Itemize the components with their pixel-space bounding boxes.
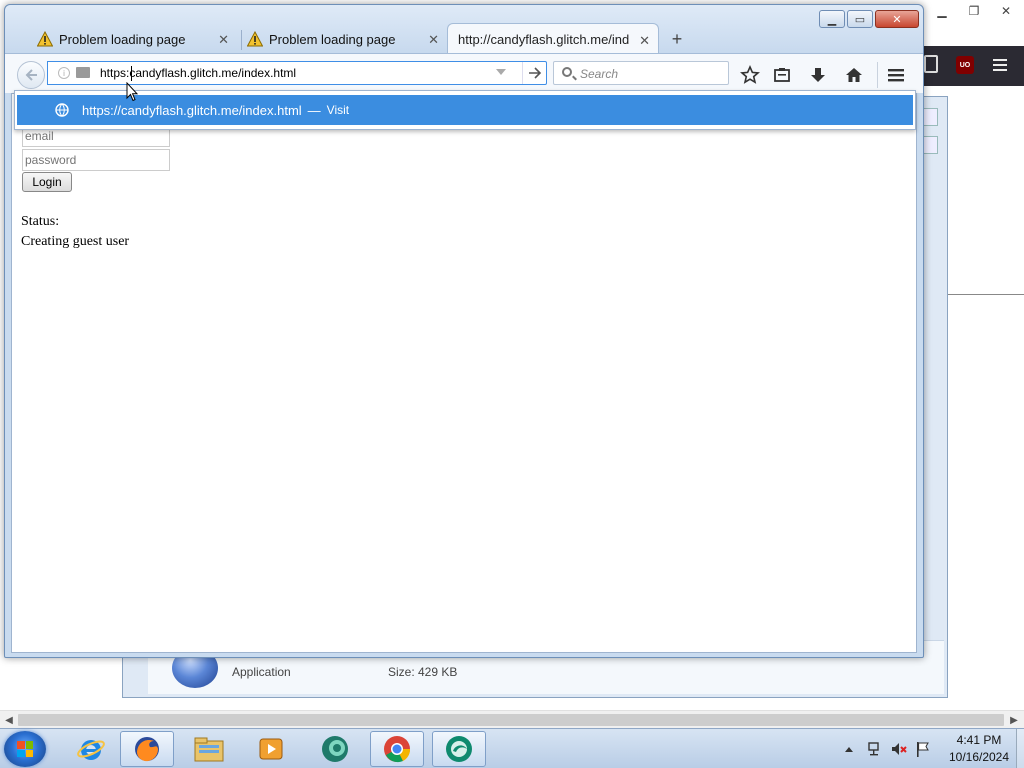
minimize-button[interactable]: ▁ — [819, 10, 845, 28]
back-button[interactable] — [17, 61, 45, 89]
clock-date[interactable]: 10/16/2024 — [944, 750, 1014, 764]
autocomplete-suggestion[interactable]: https://candyflash.glitch.me/index.html … — [17, 95, 913, 125]
bookmark-star-icon[interactable] — [739, 64, 761, 86]
text-caret — [131, 66, 132, 81]
taskbar — [0, 728, 1024, 768]
url-input[interactable]: https:candyflash.glitch.me/index.html — [100, 66, 296, 80]
warning-icon — [37, 31, 53, 47]
search-input[interactable]: Search — [580, 67, 618, 81]
background-browser-toolbar: UO — [918, 46, 1024, 86]
clock-time[interactable]: 4:41 PM — [944, 733, 1014, 747]
mouse-cursor-icon — [126, 82, 138, 102]
extension-box-icon[interactable] — [924, 55, 938, 73]
background-minimize-button[interactable]: ▁ — [928, 2, 956, 20]
tab-label: http://candyflash.glitch.me/ind — [458, 32, 630, 47]
status-value: Creating guest user — [21, 234, 130, 249]
toolbar-separator — [877, 62, 878, 88]
background-window-titlebar: ▁ ❐ ✕ — [924, 0, 1024, 24]
tray-network[interactable] — [864, 731, 886, 767]
tab-problem-loading-2[interactable]: Problem loading page ✕ — [237, 23, 447, 55]
search-icon — [562, 67, 572, 77]
ublock-icon[interactable]: UO — [956, 56, 974, 74]
horizontal-scrollbar[interactable]: ◀ ▶ — [0, 710, 1024, 728]
page-icon — [76, 67, 90, 78]
tab-problem-loading-1[interactable]: Problem loading page ✕ — [27, 23, 237, 55]
windows-logo-icon — [17, 741, 33, 757]
globe-icon — [55, 103, 69, 117]
maximize-button[interactable]: ▭ — [847, 10, 873, 28]
tab-label: Problem loading page — [269, 31, 396, 47]
site-info-icon[interactable]: i — [58, 67, 70, 79]
new-tab-button[interactable]: + — [665, 27, 689, 51]
taskbar-media-player[interactable] — [244, 731, 298, 767]
back-arrow-icon — [25, 69, 37, 81]
close-button[interactable]: ✕ — [875, 10, 919, 28]
media-player-icon — [259, 738, 283, 760]
taskbar-chrome[interactable] — [370, 731, 424, 767]
show-desktop-button[interactable] — [1016, 729, 1024, 768]
window-caption-buttons: ▁ ▭ ✕ — [819, 10, 919, 28]
background-close-button[interactable]: ✕ — [992, 2, 1020, 20]
chevron-up-icon — [845, 747, 853, 752]
taskbar-browser-app[interactable] — [432, 731, 486, 767]
file-type-label: Application — [232, 665, 291, 679]
tab-candyflash[interactable]: http://candyflash.glitch.me/ind ✕ — [447, 23, 659, 55]
scroll-left-arrow-icon[interactable]: ◀ — [1, 713, 17, 727]
flag-icon — [917, 742, 929, 757]
taskbar-internet-explorer[interactable] — [64, 731, 118, 767]
scroll-right-arrow-icon[interactable]: ▶ — [1006, 713, 1022, 727]
network-icon — [868, 742, 879, 756]
url-autocomplete-popup: https://candyflash.glitch.me/index.html … — [14, 90, 916, 130]
home-icon[interactable] — [843, 64, 865, 86]
show-hidden-icons-button[interactable] — [842, 731, 856, 767]
taskbar-file-explorer[interactable] — [182, 731, 236, 767]
chrome-icon — [384, 736, 411, 763]
tab-close-icon[interactable]: ✕ — [428, 32, 439, 48]
tab-close-icon[interactable]: ✕ — [218, 32, 229, 48]
internet-explorer-icon — [77, 740, 105, 760]
volume-muted-icon — [892, 743, 907, 755]
taskbar-firefox[interactable] — [120, 731, 174, 767]
downloads-icon[interactable] — [807, 64, 829, 86]
suggestion-separator: — — [307, 102, 321, 118]
start-button[interactable] — [4, 731, 46, 767]
background-divider — [946, 294, 1024, 295]
go-button[interactable] — [522, 62, 547, 84]
login-button[interactable]: Login — [22, 172, 72, 192]
file-size-label: Size: 429 KB — [388, 665, 458, 679]
page-content: Login Status: Creating guest user — [11, 93, 917, 653]
status-label: Status: — [21, 214, 60, 229]
open-menu-icon[interactable] — [885, 64, 907, 86]
url-dropdown-icon[interactable] — [496, 69, 506, 75]
tray-action-center[interactable] — [912, 731, 934, 767]
suggestion-action: Visit — [326, 103, 350, 117]
tab-label: Problem loading page — [59, 31, 186, 47]
scrollbar-thumb[interactable] — [18, 714, 1004, 726]
firefox-icon — [135, 737, 159, 762]
navigation-toolbar: i https:candyflash.glitch.me/index.html … — [5, 53, 923, 93]
warning-icon — [247, 31, 263, 47]
tray-volume[interactable] — [888, 731, 910, 767]
url-bar[interactable]: i https:candyflash.glitch.me/index.html — [47, 61, 547, 85]
tab-close-icon[interactable]: ✕ — [639, 33, 650, 49]
background-restore-button[interactable]: ❐ — [960, 2, 988, 20]
suggestion-url: https://candyflash.glitch.me/index.html — [82, 102, 302, 118]
taskbar-chromium-browser[interactable] — [308, 731, 362, 767]
chromium-browser-icon — [322, 736, 348, 762]
hamburger-menu-icon[interactable] — [990, 55, 1010, 75]
go-arrow-icon — [529, 67, 542, 79]
bookmarks-menu-icon[interactable] — [771, 64, 793, 86]
file-explorer-icon — [194, 737, 224, 762]
password-field[interactable] — [22, 149, 170, 171]
search-bar[interactable]: Search — [553, 61, 729, 85]
browser-app-icon — [446, 736, 472, 762]
